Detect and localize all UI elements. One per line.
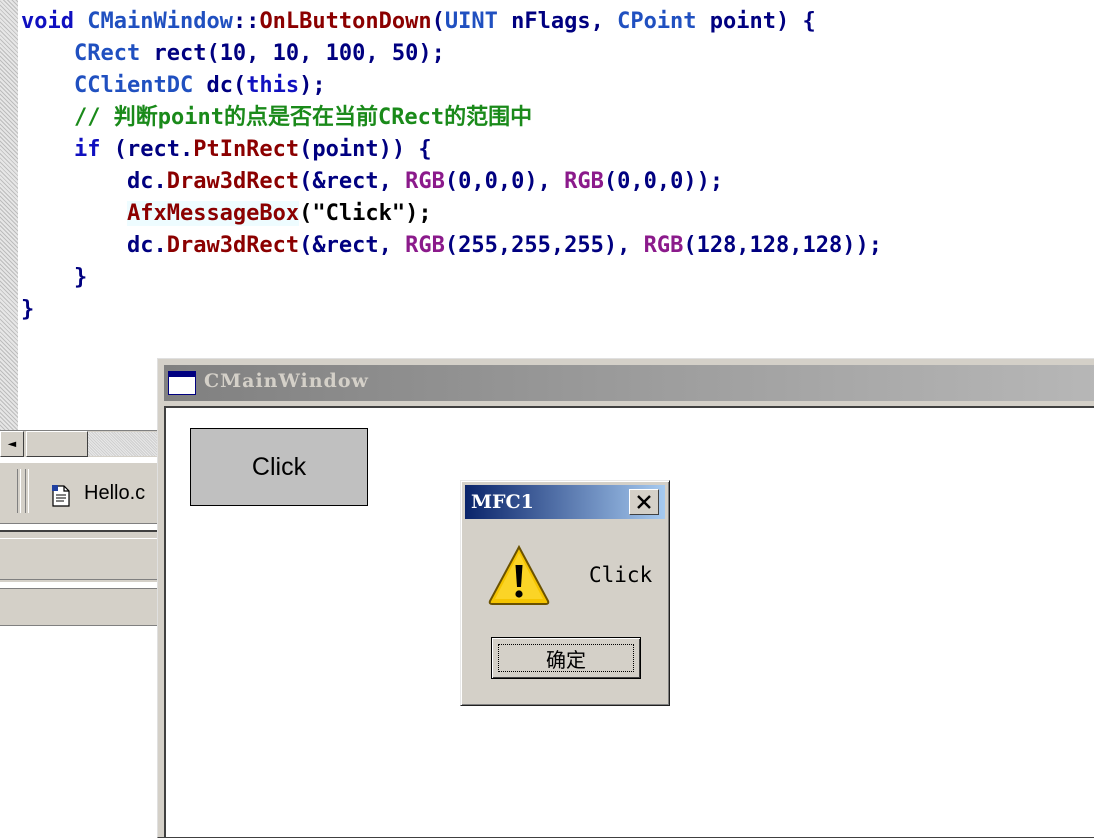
code-token: (&rect, (299, 169, 406, 194)
code-token: PtInRect (193, 137, 300, 162)
code-token: CRect (73, 41, 141, 66)
code-line[interactable]: CRect rect(10, 10, 100, 50); (21, 38, 882, 70)
code-token: // 判断point的点是否在当前CRect的范围中 (73, 105, 533, 130)
message-text: Click (589, 563, 653, 587)
code-token: RGB (643, 233, 684, 258)
code-line[interactable]: CClientDC dc(this); (21, 70, 882, 102)
scroll-track[interactable] (88, 432, 160, 456)
app-window-icon[interactable] (168, 371, 196, 395)
code-token: OnLButtonDown (259, 9, 432, 34)
tab-separator (25, 469, 29, 513)
code-token: CMainWindow (87, 9, 233, 34)
main-window-titlebar[interactable]: CMainWindow (164, 365, 1094, 401)
code-token: (rect. (100, 137, 194, 162)
scroll-thumb[interactable] (26, 431, 88, 457)
code-token: (128,128,128)); (683, 233, 883, 258)
code-token: AfxMessageBox (126, 201, 300, 226)
code-token: nFlags, (497, 9, 618, 34)
code-token: this (246, 73, 300, 98)
editor-gutter (0, 0, 18, 430)
code-token: CPoint (617, 9, 697, 34)
ide-output-toolbar (0, 588, 160, 626)
code-token: void (21, 9, 88, 34)
code-token: ("Click"); (299, 201, 432, 226)
code-token: point) { (696, 9, 816, 34)
file-tab-label: Hello.c (84, 482, 146, 504)
close-button[interactable] (629, 489, 659, 515)
code-token: Draw3dRect (166, 169, 300, 194)
code-token: RGB (405, 233, 445, 258)
source-file-icon (52, 483, 70, 507)
message-box-titlebar[interactable]: MFC1 (465, 485, 665, 519)
ide-file-tabs: Hello.c (0, 462, 160, 524)
click-rectangle-label: Click (251, 452, 307, 481)
code-token: (0,0,0)); (603, 169, 724, 194)
code-token: ); (299, 73, 326, 98)
ide-output-header (0, 530, 160, 582)
code-token: if (73, 137, 101, 162)
message-box-title: MFC1 (471, 491, 534, 513)
message-box-dialog[interactable]: MFC1 Click 确定 (460, 480, 670, 706)
code-line[interactable]: } (21, 294, 882, 326)
code-token: RGB (405, 169, 445, 194)
code-line[interactable]: if (rect.PtInRect(point)) { (21, 134, 882, 166)
code-line[interactable]: AfxMessageBox("Click"); (21, 198, 882, 230)
code-editor[interactable]: void CMainWindow::OnLButtonDown(UINT nFl… (21, 6, 882, 326)
code-token: UINT (444, 9, 498, 34)
code-line[interactable]: } (21, 262, 882, 294)
warning-icon (488, 544, 550, 605)
code-token: CClientDC (73, 73, 194, 98)
tab-separator (17, 469, 21, 513)
code-token: :: (232, 9, 260, 34)
code-line[interactable]: // 判断point的点是否在当前CRect的范围中 (21, 102, 882, 134)
main-window-title: CMainWindow (204, 370, 369, 392)
code-line[interactable]: void CMainWindow::OnLButtonDown(UINT nFl… (21, 6, 882, 38)
code-token: (point)) { (299, 137, 432, 162)
ok-button-label: 确定 (546, 647, 586, 672)
code-token: (&rect, (299, 233, 406, 258)
code-token: (0,0,0), (444, 169, 565, 194)
code-token: rect(10, 10, 100, 50); (140, 41, 445, 66)
code-token: RGB (564, 169, 604, 194)
code-token: Draw3dRect (166, 233, 300, 258)
code-token: (255,255,255), (444, 233, 644, 258)
code-token: dc. (126, 233, 167, 258)
horizontal-scrollbar[interactable]: ◄ (0, 430, 160, 457)
scroll-left-arrow-icon[interactable]: ◄ (0, 431, 24, 457)
code-line[interactable]: dc.Draw3dRect(&rect, RGB(255,255,255), R… (21, 230, 882, 262)
code-line[interactable]: dc.Draw3dRect(&rect, RGB(0,0,0), RGB(0,0… (21, 166, 882, 198)
code-token: ( (431, 9, 445, 34)
ok-button[interactable]: 确定 (491, 637, 641, 679)
close-icon (637, 495, 651, 509)
code-token: dc( (193, 73, 247, 98)
click-rectangle[interactable]: Click (190, 428, 368, 506)
code-token: } (21, 297, 35, 322)
code-token: } (21, 265, 88, 290)
code-token: dc. (126, 169, 167, 194)
